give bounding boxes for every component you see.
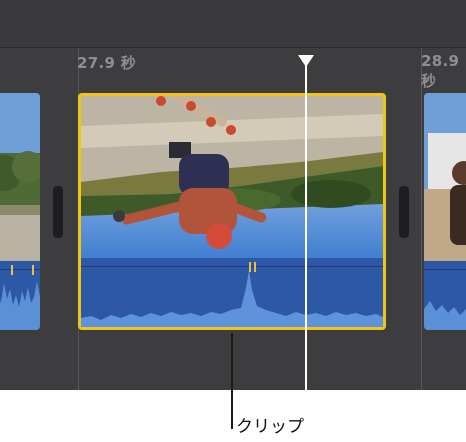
time-marker-left: 27.9 秒 — [77, 54, 137, 72]
clip-trim-handle[interactable] — [53, 186, 63, 238]
playhead-handle[interactable] — [298, 55, 314, 67]
callout-label: クリップ — [236, 417, 304, 437]
time-marker-right: 28.9 秒 — [421, 52, 460, 90]
clip-selected[interactable] — [78, 93, 386, 330]
toolbar-area — [0, 0, 466, 48]
ruler-tick-line — [421, 48, 422, 390]
audio-waveform — [424, 261, 466, 330]
clip-thumbnail — [424, 93, 466, 261]
clip-thumbnail — [0, 93, 40, 261]
clip-thumbnail — [81, 96, 383, 264]
audio-waveform — [81, 258, 383, 327]
clip-trim-handle[interactable] — [399, 186, 409, 238]
callout-leader-line — [231, 333, 233, 429]
clip-previous[interactable] — [0, 93, 40, 330]
timeline[interactable]: 27.9 秒 28.9 秒 — [0, 0, 466, 390]
clip-next[interactable] — [424, 93, 466, 330]
playhead[interactable] — [305, 62, 307, 390]
audio-waveform — [0, 261, 40, 330]
